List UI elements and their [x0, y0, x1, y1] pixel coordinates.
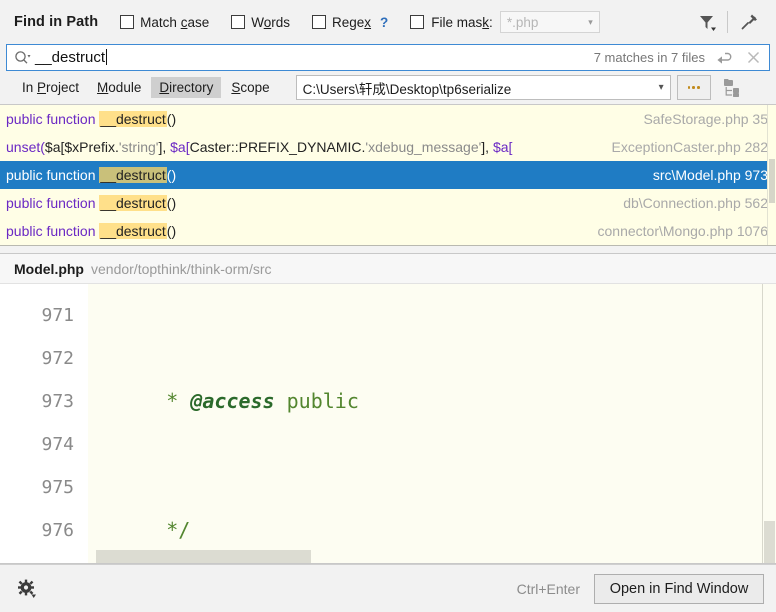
result-location: SafeStorage.php 35: [643, 111, 768, 127]
dot-icon: [692, 86, 695, 89]
match-case-label: Match case: [140, 14, 210, 30]
preview-file-path: vendor/topthink/think-orm/src: [91, 260, 272, 277]
code-hscrollbar-thumb[interactable]: [96, 550, 311, 563]
search-results-list[interactable]: public function __destruct() SafeStorage…: [0, 104, 776, 245]
table-row[interactable]: public function __destruct() SafeStorage…: [0, 105, 776, 133]
result-location: connector\Mongo.php 1076: [597, 223, 768, 239]
file-mask-label: File mask:: [431, 14, 493, 30]
search-input[interactable]: __destruct: [33, 49, 594, 66]
regex-help-link[interactable]: ?: [380, 15, 388, 30]
table-row[interactable]: public function __destruct() db\Connecti…: [0, 189, 776, 217]
text-caret: [106, 49, 108, 65]
toolbar-divider: [727, 11, 728, 33]
code-text[interactable]: * @access public */ public function __de…: [88, 284, 776, 563]
scope-tab-scope[interactable]: Scope: [223, 77, 277, 98]
code-line: * @access public: [106, 389, 359, 413]
module-tree-icon[interactable]: [717, 75, 747, 101]
code-line: */: [106, 518, 191, 542]
result-location: ExceptionCaster.php 282: [611, 139, 768, 155]
directory-path-dropdown[interactable]: C:\Users\轩成\Desktop\tp6serialize ▾: [295, 75, 671, 100]
close-icon[interactable]: [739, 50, 767, 65]
result-snippet: unset($a[$xPrefix.'string'], $a[Caster::…: [6, 139, 513, 155]
dot-icon: [687, 86, 691, 89]
open-in-find-window-button[interactable]: Open in Find Window: [594, 573, 764, 604]
search-field[interactable]: __destruct 7 matches in 7 files: [6, 44, 770, 71]
preview-header: Model.php vendor/topthink/think-orm/src: [0, 254, 776, 284]
search-input-value: __destruct: [35, 49, 106, 66]
words-label: Words: [251, 14, 290, 30]
file-mask-dropdown[interactable]: *.php ▾: [499, 11, 600, 33]
preview-file-name: Model.php: [14, 260, 84, 277]
line-number: 977: [0, 552, 74, 563]
result-location: db\Connection.php 562: [623, 195, 768, 211]
new-line-icon[interactable]: [711, 50, 739, 66]
result-snippet: public function __destruct(): [6, 167, 177, 183]
code-preview[interactable]: 971 972 973 974 975 976 977 * @access pu…: [0, 284, 776, 564]
result-snippet: public function __destruct(): [6, 195, 177, 211]
table-row[interactable]: public function __destruct() connector\M…: [0, 217, 776, 245]
find-in-path-window: Find in Path Match case Words Regex ? Fi…: [0, 0, 776, 612]
code-horizontal-scrollbar[interactable]: [96, 550, 716, 563]
line-number: 975: [41, 477, 74, 498]
browse-directory-button[interactable]: [676, 75, 711, 100]
match-case-checkbox-box[interactable]: [120, 15, 135, 29]
pane-splitter[interactable]: [0, 245, 776, 254]
table-row-selected[interactable]: public function __destruct() src\Model.p…: [0, 161, 776, 189]
scope-tab-in-project[interactable]: In Project: [14, 77, 87, 98]
scope-tab-module[interactable]: Module: [89, 77, 149, 98]
bottom-bar: Ctrl+Enter Open in Find Window: [0, 564, 776, 612]
chevron-down-icon: ▾: [588, 16, 593, 27]
match-count-label: 7 matches in 7 files: [593, 50, 705, 65]
line-number-gutter: 971 972 973 974 975 976 977: [0, 284, 88, 563]
top-toolbar: Find in Path Match case Words Regex ? Fi…: [0, 0, 776, 44]
words-checkbox-box[interactable]: [231, 15, 246, 29]
result-snippet: public function __destruct(): [6, 223, 177, 239]
pin-icon[interactable]: [732, 7, 766, 37]
dot-icon: [697, 86, 700, 89]
scope-row: In Project Module Directory Scope C:\Use…: [0, 71, 776, 104]
line-number: 972: [41, 348, 74, 369]
line-number: 971: [41, 305, 74, 326]
scope-tabs: In Project Module Directory Scope: [14, 77, 278, 98]
result-location: src\Model.php 973: [652, 167, 768, 183]
toolbar-right-actions: [689, 7, 766, 37]
search-options: Match case Words Regex ? File mask: *.ph…: [120, 11, 600, 33]
gear-icon[interactable]: [14, 576, 40, 602]
regex-label: Regex: [332, 14, 372, 30]
regex-checkbox[interactable]: Regex ?: [312, 15, 388, 30]
page-title: Find in Path: [14, 14, 99, 30]
regex-checkbox-box[interactable]: [312, 15, 326, 29]
words-checkbox[interactable]: Words: [231, 15, 290, 30]
table-row[interactable]: unset($a[$xPrefix.'string'], $a[Caster::…: [0, 133, 776, 161]
results-scrollbar[interactable]: [767, 105, 776, 245]
shortcut-hint: Ctrl+Enter: [516, 580, 580, 597]
results-scrollbar-thumb[interactable]: [769, 159, 775, 203]
scope-tab-directory[interactable]: Directory: [151, 77, 222, 98]
line-number: 976: [41, 520, 74, 541]
file-mask-value: *.php: [506, 14, 539, 30]
match-case-checkbox[interactable]: Match case: [120, 15, 209, 30]
filter-funnel-icon[interactable]: [689, 7, 723, 37]
code-vscrollbar-thumb[interactable]: [764, 521, 775, 563]
search-row: __destruct 7 matches in 7 files: [0, 44, 776, 71]
directory-path-value: C:\Users\轩成\Desktop\tp6serialize: [302, 81, 512, 97]
file-mask-option[interactable]: File mask: *.php ▾: [410, 11, 600, 33]
file-mask-checkbox-box[interactable]: [410, 15, 425, 29]
code-vertical-scrollbar[interactable]: [762, 284, 776, 563]
result-snippet: public function __destruct(): [6, 111, 177, 127]
line-number: 973: [41, 391, 74, 412]
chevron-down-icon: ▾: [658, 82, 664, 93]
search-magnifier-icon[interactable]: [11, 50, 33, 65]
line-number: 974: [41, 434, 74, 455]
